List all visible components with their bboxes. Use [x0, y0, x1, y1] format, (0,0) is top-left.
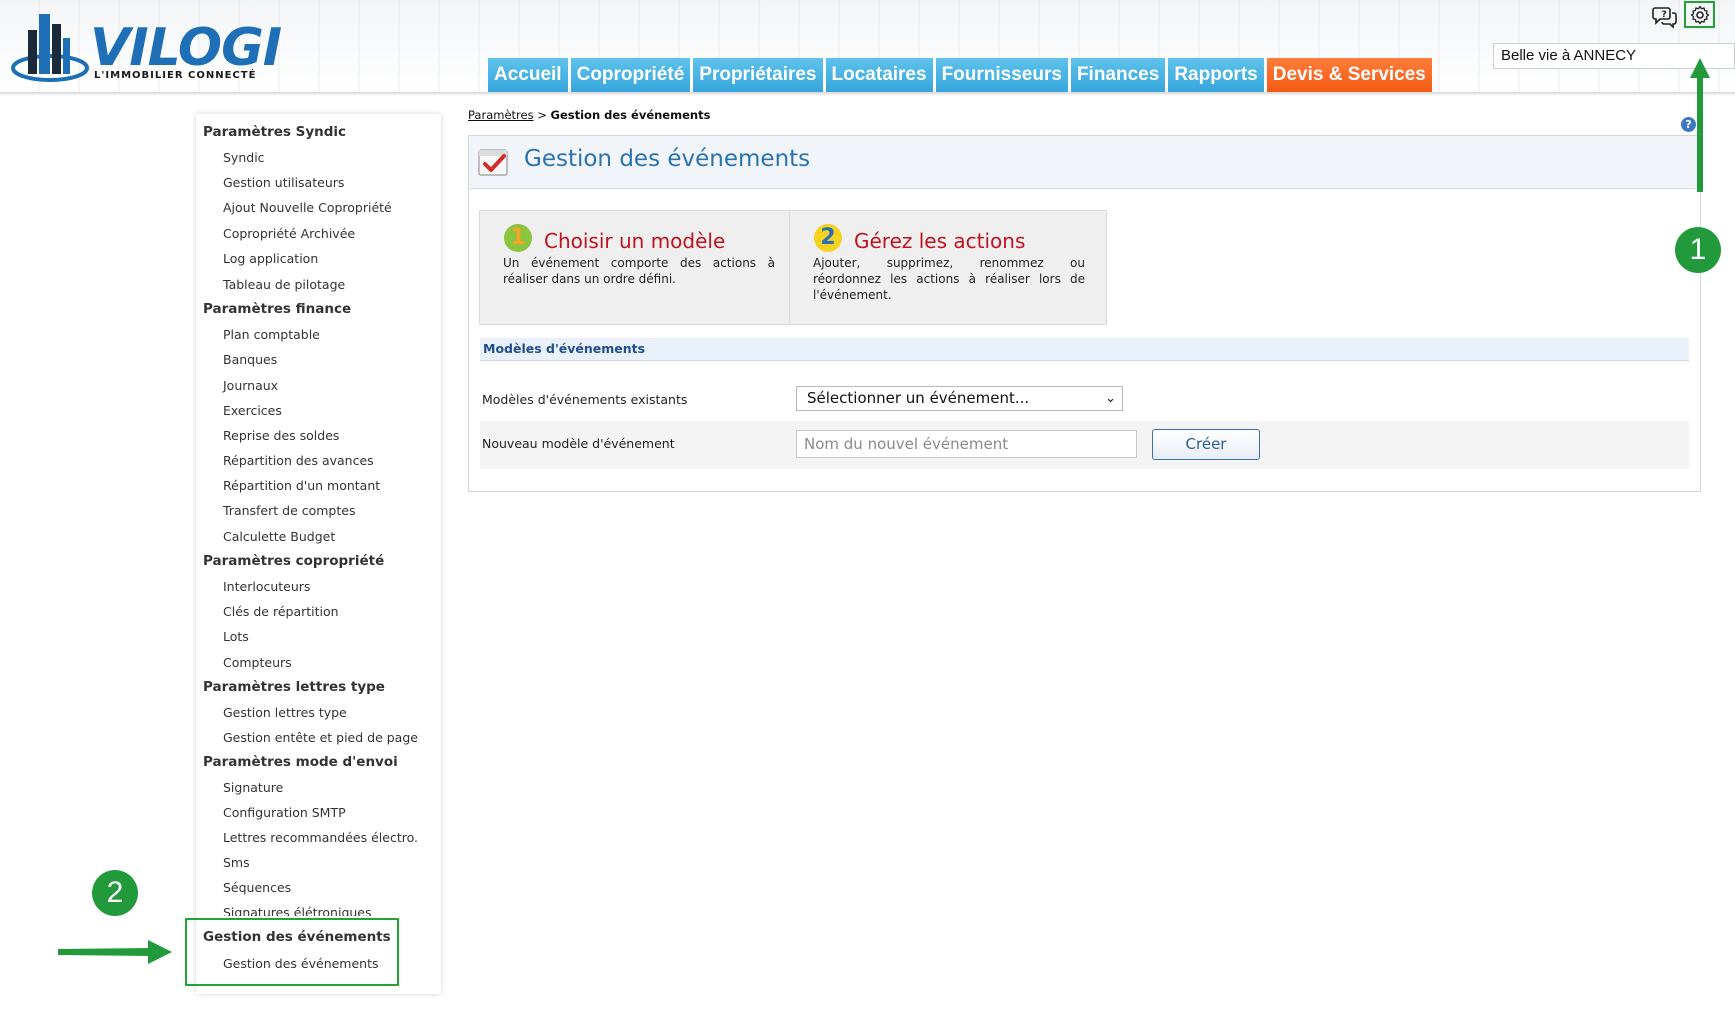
step-card-1: 1 Choisir un modèle Un événement comport… — [479, 210, 797, 325]
sidebar-item-lots[interactable]: Lots — [223, 629, 249, 644]
breadcrumb-separator: > — [537, 108, 547, 122]
nav-tab-accueil[interactable]: Accueil — [488, 58, 568, 92]
main-nav: Accueil Copropriété Propriétaires Locata… — [488, 58, 1432, 92]
sidebar-section-lettres-type: Paramètres lettres type — [203, 679, 385, 695]
logo-text: VILOGI — [90, 18, 282, 78]
section-title: Modèles d'événements — [483, 341, 646, 356]
sidebar-item-ajout-copropriete[interactable]: Ajout Nouvelle Copropriété — [223, 200, 392, 215]
new-event-name-input[interactable] — [796, 430, 1137, 458]
gear-icon — [1690, 5, 1710, 25]
page-title: Gestion des événements — [524, 146, 811, 172]
sidebar-item-compteurs[interactable]: Compteurs — [223, 655, 292, 670]
annotation-badge-1: 1 — [1675, 227, 1721, 273]
step-number-2-icon: 2 — [814, 224, 842, 252]
sidebar-item-sequences[interactable]: Séquences — [223, 880, 291, 895]
step-title-1: Choisir un modèle — [544, 229, 726, 253]
chat-help-icon[interactable]: ? — [1652, 4, 1678, 30]
vilogi-logo[interactable]: VILOGI L'IMMOBILIER CONNECTÉ — [10, 8, 290, 93]
settings-button[interactable] — [1684, 1, 1715, 28]
sidebar-item-transfert-comptes[interactable]: Transfert de comptes — [223, 503, 355, 518]
sidebar-item-reprise-soldes[interactable]: Reprise des soldes — [223, 428, 339, 443]
sidebar-item-repartition-avances[interactable]: Répartition des avances — [223, 453, 374, 468]
sidebar-item-syndic[interactable]: Syndic — [223, 150, 265, 165]
sidebar-item-sms[interactable]: Sms — [223, 855, 250, 870]
breadcrumb: Paramètres > Gestion des événements — [468, 108, 710, 122]
sidebar-item-journaux[interactable]: Journaux — [223, 378, 278, 393]
sidebar-item-signatures-electroniques[interactable]: Signatures élétroniques — [223, 905, 372, 916]
event-model-select[interactable]: Sélectionner un événement... ⌄ — [796, 386, 1123, 411]
annotation-arrow-up — [1690, 58, 1710, 192]
step-number-1-icon: 1 — [504, 224, 532, 252]
nav-tab-finances[interactable]: Finances — [1070, 58, 1166, 92]
sidebar-item-copropriete-archivee[interactable]: Copropriété Archivée — [223, 226, 355, 241]
sidebar-item-entete-pied-page[interactable]: Gestion entête et pied de page — [223, 730, 418, 745]
nav-tab-locataires[interactable]: Locataires — [825, 58, 933, 92]
new-model-label: Nouveau modèle d'événement — [482, 436, 675, 451]
sidebar-item-plan-comptable[interactable]: Plan comptable — [223, 327, 320, 342]
section-header: Modèles d'événements — [480, 338, 1689, 361]
settings-sidebar: Paramètres Syndic Syndic Gestion utilisa… — [196, 114, 441, 994]
sidebar-section-syndic: Paramètres Syndic — [203, 124, 347, 140]
step-card-2: 2 Gérez les actions Ajouter, supprimez, … — [789, 210, 1107, 325]
sidebar-section-finance: Paramètres finance — [203, 301, 352, 317]
logo-subtitle: L'IMMOBILIER CONNECTÉ — [94, 70, 257, 81]
svg-text:?: ? — [1662, 10, 1667, 20]
annotation-highlight-box — [185, 918, 399, 986]
sidebar-item-cles-repartition[interactable]: Clés de répartition — [223, 604, 339, 619]
sidebar-item-lettres-recommandees[interactable]: Lettres recommandées électro. — [223, 830, 418, 845]
logo-building-icon — [11, 14, 89, 82]
sidebar-item-gestion-utilisateurs[interactable]: Gestion utilisateurs — [223, 175, 344, 190]
sidebar-item-exercices[interactable]: Exercices — [223, 403, 282, 418]
chevron-down-icon: ⌄ — [1105, 391, 1116, 406]
breadcrumb-parent-link[interactable]: Paramètres — [468, 108, 534, 122]
sidebar-item-tableau-pilotage[interactable]: Tableau de pilotage — [223, 277, 345, 292]
nav-tab-devis-services[interactable]: Devis & Services — [1266, 58, 1432, 92]
sidebar-item-repartition-montant[interactable]: Répartition d'un montant — [223, 478, 380, 493]
sidebar-item-gestion-lettres-type[interactable]: Gestion lettres type — [223, 705, 347, 720]
step-title-2: Gérez les actions — [854, 229, 1026, 253]
sidebar-item-configuration-smtp[interactable]: Configuration SMTP — [223, 805, 346, 820]
step-desc-2: Ajouter, supprimez, renommez ou réordonn… — [813, 256, 1085, 302]
step-desc-1: Un événement comporte des actions à réal… — [503, 256, 775, 286]
checklist-icon — [478, 149, 508, 176]
nav-tab-fournisseurs[interactable]: Fournisseurs — [935, 58, 1068, 92]
select-value: Sélectionner un événement... — [807, 389, 1030, 407]
annotation-badge-2: 2 — [92, 870, 138, 916]
sidebar-section-copropriete: Paramètres copropriété — [203, 553, 385, 569]
annotation-arrow-right — [58, 940, 172, 964]
nav-tab-copropriete[interactable]: Copropriété — [570, 58, 691, 92]
sidebar-item-log-application[interactable]: Log application — [223, 251, 318, 266]
panel-header: Gestion des événements — [469, 136, 1700, 189]
events-panel: Gestion des événements 1 Choisir un modè… — [468, 135, 1701, 492]
header-shadow — [0, 92, 1735, 96]
sidebar-section-mode-envoi: Paramètres mode d'envoi — [203, 754, 398, 770]
nav-tab-rapports[interactable]: Rapports — [1168, 58, 1264, 92]
sidebar-item-calculette-budget[interactable]: Calculette Budget — [223, 529, 335, 544]
sidebar-item-interlocuteurs[interactable]: Interlocuteurs — [223, 579, 310, 594]
breadcrumb-current: Gestion des événements — [550, 108, 711, 122]
create-button[interactable]: Créer — [1152, 429, 1260, 460]
sidebar-item-banques[interactable]: Banques — [223, 352, 277, 367]
top-header: VILOGI L'IMMOBILIER CONNECTÉ Accueil Cop… — [0, 0, 1735, 92]
existing-models-label: Modèles d'événements existants — [482, 392, 688, 407]
nav-tab-proprietaires[interactable]: Propriétaires — [693, 58, 823, 92]
sidebar-item-signature[interactable]: Signature — [223, 780, 283, 795]
